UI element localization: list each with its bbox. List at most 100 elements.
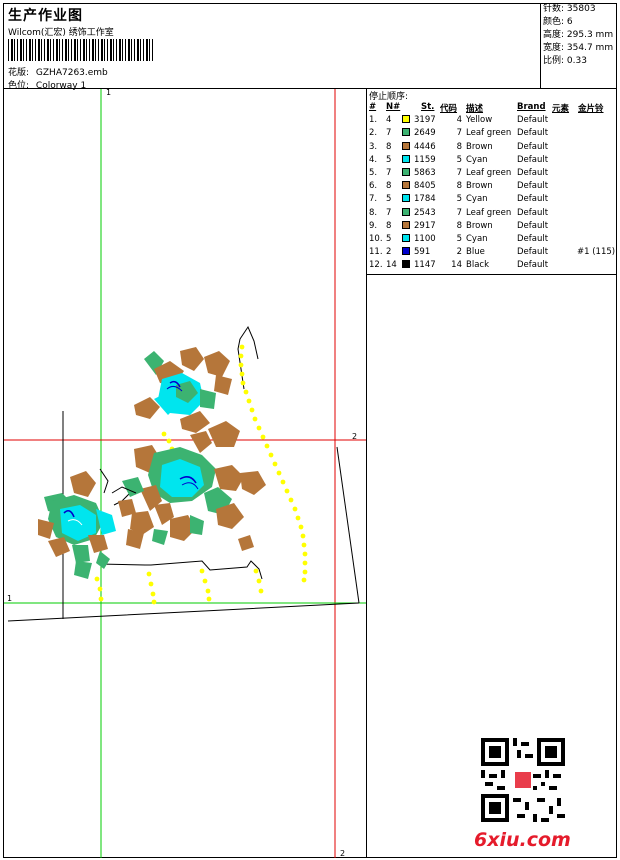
row-description: Leaf green bbox=[466, 167, 512, 178]
row-stitches: 5863 bbox=[414, 167, 436, 178]
row-stitches: 3197 bbox=[414, 115, 436, 126]
row-needle: 2 bbox=[386, 247, 392, 258]
table-row: 4. 5 1159 5 Cyan Default bbox=[368, 154, 617, 167]
color-swatch bbox=[402, 207, 410, 216]
row-needle: 5 bbox=[386, 154, 392, 165]
row-stitches: 4446 bbox=[414, 141, 436, 152]
color-swatch bbox=[402, 167, 410, 176]
row-description: Yellow bbox=[466, 115, 493, 126]
row-needle: 14 bbox=[386, 260, 397, 271]
guide-label-v2: 2 bbox=[340, 849, 345, 858]
row-brand: Default bbox=[517, 181, 549, 192]
color-swatch bbox=[402, 247, 410, 256]
table-row: 1. 4 3197 4 Yellow Default bbox=[368, 114, 617, 127]
col-brand: Brand bbox=[517, 102, 546, 112]
row-needle: 7 bbox=[386, 207, 392, 218]
row-description: Brown bbox=[466, 220, 493, 231]
table-row: 7. 5 1784 5 Cyan Default bbox=[368, 193, 617, 206]
table-row: 12. 14 1147 14 Black Default bbox=[368, 259, 617, 272]
row-brand: Default bbox=[517, 154, 549, 165]
color-swatch bbox=[402, 194, 410, 203]
row-brand: Default bbox=[517, 128, 549, 139]
table-header: # N# St. 代码 描述 Brand 元素 金片铃 bbox=[368, 101, 617, 114]
row-needle: 8 bbox=[386, 181, 392, 192]
row-description: Cyan bbox=[466, 154, 488, 165]
design-file-row: 花版: GZHA7263.emb bbox=[8, 65, 108, 78]
flower-left bbox=[38, 471, 116, 579]
table-row: 3. 8 4446 8 Brown Default bbox=[368, 141, 617, 154]
row-num: 5. bbox=[369, 167, 378, 178]
stat-scale: 比例: 0.33 bbox=[543, 56, 587, 66]
row-description: Black bbox=[466, 260, 489, 271]
row-needle: 8 bbox=[386, 141, 392, 152]
stat-width: 宽度: 354.7 mm bbox=[543, 43, 614, 53]
stat-colors: 颜色: 6 bbox=[543, 17, 573, 27]
row-brand: Default bbox=[517, 220, 549, 231]
color-swatch bbox=[402, 128, 410, 137]
row-code: 8 bbox=[456, 141, 462, 152]
row-num: 8. bbox=[369, 207, 378, 218]
row-code: 2 bbox=[456, 247, 462, 258]
row-description: Blue bbox=[466, 247, 485, 258]
row-code: 5 bbox=[456, 154, 462, 165]
row-needle: 8 bbox=[386, 220, 392, 231]
row-code: 7 bbox=[456, 207, 462, 218]
row-stitches: 591 bbox=[414, 247, 431, 258]
col-needle: N# bbox=[386, 102, 401, 112]
col-sequin: 金片铃 bbox=[578, 104, 604, 114]
stat-stitches: 针数: 35803 bbox=[543, 4, 596, 14]
watermark-logo: 6xiu.com bbox=[474, 829, 571, 851]
color-swatch bbox=[402, 220, 410, 229]
table-row: 11. 2 591 2 Blue Default #1 (115) bbox=[368, 246, 617, 259]
row-code: 7 bbox=[456, 167, 462, 178]
row-brand: Default bbox=[517, 233, 549, 244]
row-stitches: 1784 bbox=[414, 194, 436, 205]
design-file-label: 花版: bbox=[8, 68, 30, 78]
row-code: 5 bbox=[456, 194, 462, 205]
col-code: 代码 bbox=[440, 104, 458, 114]
row-num: 2. bbox=[369, 128, 378, 139]
row-num: 4. bbox=[369, 154, 378, 165]
barcode bbox=[8, 39, 153, 61]
row-brand: Default bbox=[517, 260, 549, 271]
table-row: 8. 7 2543 7 Leaf green Default bbox=[368, 207, 617, 220]
row-needle: 7 bbox=[386, 128, 392, 139]
qr-code bbox=[481, 738, 565, 822]
table-row: 6. 8 8405 8 Brown Default bbox=[368, 180, 617, 193]
table-row: 10. 5 1100 5 Cyan Default bbox=[368, 233, 617, 246]
row-description: Brown bbox=[466, 181, 493, 192]
color-swatch bbox=[402, 233, 410, 242]
row-code: 5 bbox=[456, 233, 462, 244]
row-stitches: 1100 bbox=[414, 233, 436, 244]
row-num: 9. bbox=[369, 220, 378, 231]
company-name: Wilcom(汇宏) 绣饰工作室 bbox=[8, 28, 114, 38]
row-num: 11. bbox=[369, 247, 383, 258]
row-description: Cyan bbox=[466, 233, 488, 244]
col-num: # bbox=[369, 102, 377, 112]
row-needle: 4 bbox=[386, 115, 392, 126]
table-bottom-divider bbox=[367, 274, 617, 275]
row-num: 1. bbox=[369, 115, 378, 126]
row-description: Leaf green bbox=[466, 207, 512, 218]
row-code: 8 bbox=[456, 181, 462, 192]
row-stitches: 1159 bbox=[414, 154, 436, 165]
col-stitches: St. bbox=[421, 102, 435, 112]
guide-label-h2: 2 bbox=[352, 432, 357, 441]
row-needle: 5 bbox=[386, 233, 392, 244]
row-brand: Default bbox=[517, 207, 549, 218]
row-code: 7 bbox=[456, 128, 462, 139]
row-brand: Default bbox=[517, 141, 549, 152]
col-description: 描述 bbox=[466, 104, 484, 114]
color-swatch bbox=[402, 141, 410, 150]
row-extra: #1 (115) bbox=[577, 247, 616, 258]
guide-label-v1: 1 bbox=[106, 89, 111, 97]
stop-sequence-title: 停止顺序: bbox=[369, 92, 409, 102]
row-stitches: 8405 bbox=[414, 181, 436, 192]
row-num: 7. bbox=[369, 194, 378, 205]
color-swatch bbox=[402, 115, 410, 124]
col-element: 元素 bbox=[552, 104, 570, 114]
row-needle: 7 bbox=[386, 167, 392, 178]
row-stitches: 2917 bbox=[414, 220, 436, 231]
row-num: 12. bbox=[369, 260, 383, 271]
row-brand: Default bbox=[517, 167, 549, 178]
